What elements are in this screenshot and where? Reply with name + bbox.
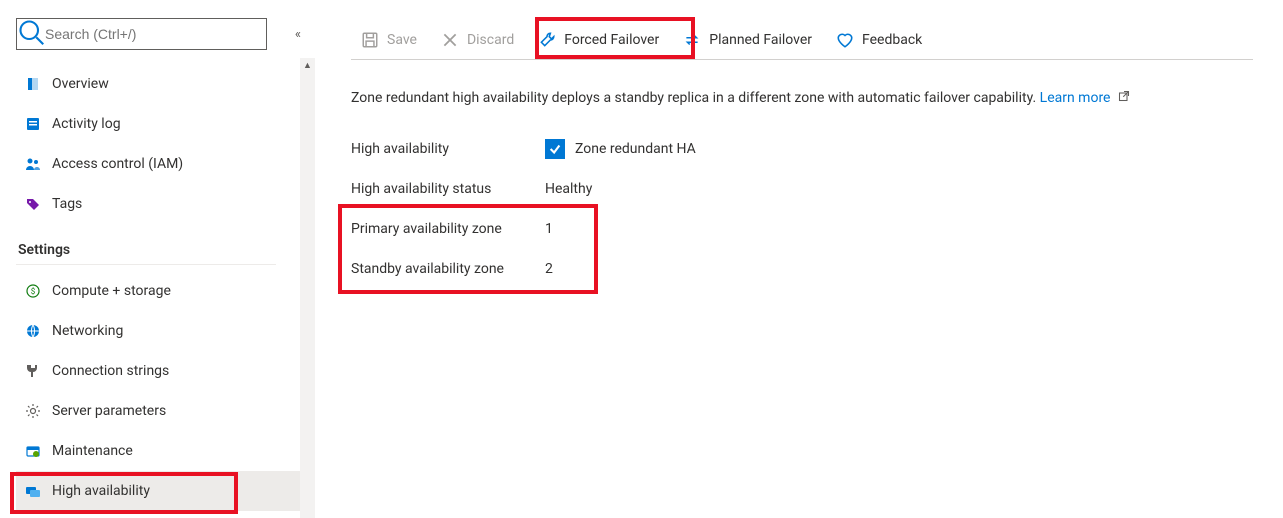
primary-zone-value: 1 [545,221,553,237]
nav-item-label: Server parameters [52,403,166,419]
ha-fields: High availability Zone redundant HA High… [351,129,1253,289]
standby-zone-value: 2 [545,261,553,277]
people-icon [22,156,44,172]
field-row-ha-toggle: High availability Zone redundant HA [351,129,1253,169]
status-label: High availability status [351,181,545,197]
ha-field-label: High availability [351,141,545,157]
main-panel: Save Discard Forced Failover Planned Fai… [315,0,1283,518]
nav-item-activity-log[interactable]: Activity log [16,104,315,144]
wrench-icon [538,31,556,49]
standby-zone-label: Standby availability zone [351,261,545,277]
nav-item-label: High availability [52,483,150,499]
planned-failover-button[interactable]: Planned Failover [673,22,822,58]
heart-icon [836,31,854,49]
feedback-button[interactable]: Feedback [826,22,932,58]
forced-failover-button[interactable]: Forced Failover [528,22,669,58]
activity-log-icon [22,116,44,132]
nav-item-overview[interactable]: Overview [16,64,315,104]
forced-failover-label: Forced Failover [564,32,659,48]
ha-description: Zone redundant high availability deploys… [351,88,1253,109]
overview-icon [22,76,44,92]
discard-icon [441,31,459,49]
nav-item-label: Compute + storage [52,283,171,299]
scroll-up-icon[interactable]: ▲ [300,58,315,73]
discard-label: Discard [467,32,514,48]
planned-failover-label: Planned Failover [709,32,812,48]
nav-list-settings: $ Compute + storage Networking Connectio… [16,271,315,511]
field-row-primary-zone: Primary availability zone 1 [351,209,1253,249]
nav-item-access-control[interactable]: Access control (IAM) [16,144,315,184]
nav-item-label: Access control (IAM) [52,156,183,172]
nav-list-top: Overview Activity log Access control (IA… [16,64,315,224]
search-icon [17,18,45,50]
nav-item-label: Tags [52,196,82,212]
nav-item-label: Overview [52,76,109,92]
feedback-label: Feedback [862,32,922,48]
nav-item-server-parameters[interactable]: Server parameters [16,391,315,431]
gear-icon [22,403,44,419]
nav-item-label: Maintenance [52,443,133,459]
learn-more-link[interactable]: Learn more [1040,90,1111,106]
sidebar: « Overview Activity log Access control (… [0,0,315,518]
nav-item-label: Activity log [52,116,121,132]
status-value: Healthy [545,181,592,197]
section-header-settings: Settings [16,230,276,265]
toolbar: Save Discard Forced Failover Planned Fai… [351,20,1253,60]
compute-icon: $ [22,283,44,299]
ha-checkbox-label: Zone redundant HA [575,141,696,157]
svg-text:$: $ [31,287,36,296]
networking-icon [22,323,44,339]
sidebar-scrollbar[interactable]: ▲ [300,58,315,518]
external-link-icon [1118,92,1130,105]
nav-item-label: Networking [52,323,123,339]
nav-item-tags[interactable]: Tags [16,184,315,224]
field-row-status: High availability status Healthy [351,169,1253,209]
ha-checkbox[interactable]: Zone redundant HA [545,139,696,159]
nav-item-connection-strings[interactable]: Connection strings [16,351,315,391]
discard-button[interactable]: Discard [431,22,524,58]
checkbox-checked-icon [545,139,565,159]
nav-item-high-availability[interactable]: High availability [16,471,315,511]
save-label: Save [387,32,417,48]
ha-description-text: Zone redundant high availability deploys… [351,90,1036,106]
plug-icon [22,363,44,379]
primary-zone-label: Primary availability zone [351,221,545,237]
nav-item-networking[interactable]: Networking [16,311,315,351]
search-input[interactable] [45,19,266,49]
save-button[interactable]: Save [351,22,427,58]
swap-icon [683,31,701,49]
save-icon [361,31,379,49]
ha-icon [22,483,44,499]
nav-item-compute-storage[interactable]: $ Compute + storage [16,271,315,311]
tag-icon [22,196,44,212]
collapse-sidebar-button[interactable]: « [295,27,298,42]
nav-item-maintenance[interactable]: Maintenance [16,431,315,471]
field-row-standby-zone: Standby availability zone 2 [351,249,1253,289]
maintenance-icon [22,443,44,459]
nav-item-label: Connection strings [52,363,169,379]
